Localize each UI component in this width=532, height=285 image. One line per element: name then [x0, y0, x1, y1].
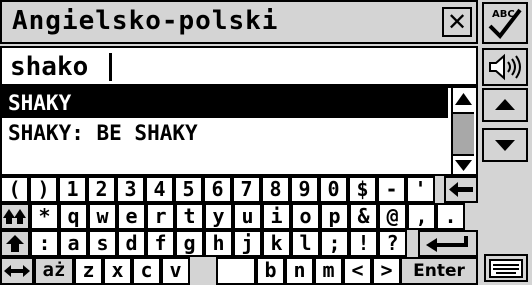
key[interactable]: q	[59, 203, 88, 230]
next-entry-button[interactable]	[482, 128, 528, 162]
enter-arrow-key[interactable]	[418, 230, 478, 257]
key[interactable]: g	[175, 230, 204, 257]
key[interactable]: a	[59, 230, 88, 257]
triangle-down-icon	[455, 160, 472, 171]
key[interactable]: $	[348, 176, 377, 203]
key[interactable]: .	[436, 203, 465, 230]
scroll-thumb[interactable]	[453, 112, 474, 156]
key[interactable]: t	[175, 203, 204, 230]
key[interactable]: d	[117, 230, 146, 257]
arrow-up-icon	[495, 99, 515, 110]
key[interactable]: b	[256, 257, 285, 285]
key[interactable]: !	[349, 230, 378, 257]
key[interactable]: k	[262, 230, 291, 257]
speaker-icon	[489, 53, 521, 81]
key[interactable]: '	[406, 176, 435, 203]
key[interactable]: ;	[320, 230, 349, 257]
key[interactable]: w	[88, 203, 117, 230]
key[interactable]: h	[204, 230, 233, 257]
spellcheck-icon: ABC	[488, 8, 522, 40]
accent-key[interactable]: aż	[34, 257, 74, 285]
key[interactable]: m	[314, 257, 343, 285]
key[interactable]: :	[30, 230, 59, 257]
search-input-value: shako	[10, 52, 89, 82]
close-icon: ✕	[446, 8, 468, 36]
backspace-arrow-icon	[449, 182, 473, 197]
on-screen-keyboard: aż Enter () 1 2 3 4 5 6 7 8 9 0 $ - ' * q w e r t y u i o p & @,.:…	[0, 176, 478, 285]
key[interactable]: l	[291, 230, 320, 257]
key[interactable]: 9	[290, 176, 319, 203]
key[interactable]: n	[285, 257, 314, 285]
spellcheck-button[interactable]: ABC	[482, 2, 528, 44]
shift-key[interactable]	[0, 230, 30, 257]
key[interactable]: y	[204, 203, 233, 230]
key[interactable]: 0	[319, 176, 348, 203]
key[interactable]: ?	[378, 230, 407, 257]
key[interactable]: i	[262, 203, 291, 230]
enter-arrow-icon	[426, 236, 468, 252]
key[interactable]: j	[233, 230, 262, 257]
key[interactable]: 3	[116, 176, 145, 203]
close-button[interactable]: ✕	[442, 7, 472, 37]
key[interactable]: @	[378, 203, 407, 230]
key[interactable]: 4	[145, 176, 174, 203]
speak-button[interactable]	[482, 48, 528, 86]
key[interactable]: *	[30, 203, 59, 230]
space-key[interactable]	[216, 257, 256, 285]
double-arrow-up-icon	[3, 209, 26, 224]
key[interactable]: )	[29, 176, 58, 203]
backspace-key[interactable]	[444, 176, 478, 203]
arrow-down-icon	[495, 140, 515, 151]
key[interactable]: -	[377, 176, 406, 203]
key[interactable]: <	[343, 257, 372, 285]
key[interactable]: ,	[407, 203, 436, 230]
window-title: Angielsko-polski	[12, 6, 279, 36]
key[interactable]: r	[146, 203, 175, 230]
key[interactable]: 8	[261, 176, 290, 203]
key[interactable]: v	[161, 257, 190, 285]
key[interactable]: (	[0, 176, 29, 203]
key[interactable]: f	[146, 230, 175, 257]
triangle-up-icon	[455, 93, 472, 105]
key[interactable]: c	[132, 257, 161, 285]
enter-key[interactable]: Enter	[400, 257, 478, 285]
keyboard-icon	[489, 259, 523, 278]
key[interactable]: &	[349, 203, 378, 230]
key[interactable]: e	[117, 203, 146, 230]
key[interactable]: z	[74, 257, 103, 285]
key[interactable]: 2	[87, 176, 116, 203]
keyboard-toggle-button[interactable]	[484, 254, 528, 282]
key[interactable]: p	[320, 203, 349, 230]
key[interactable]: 7	[232, 176, 261, 203]
prev-entry-button[interactable]	[482, 88, 528, 122]
key[interactable]: 1	[58, 176, 87, 203]
list-item-selected[interactable]: SHAKY	[2, 88, 448, 118]
left-right-arrow-icon	[4, 265, 30, 277]
key[interactable]: 6	[203, 176, 232, 203]
key[interactable]: 5	[174, 176, 203, 203]
caps-lock-key[interactable]	[0, 203, 30, 230]
scroll-down-button[interactable]	[453, 158, 474, 174]
key[interactable]: u	[233, 203, 262, 230]
key[interactable]: s	[88, 230, 117, 257]
arrow-up-icon	[6, 235, 24, 252]
lang-switch-key[interactable]	[0, 257, 34, 285]
key[interactable]: >	[372, 257, 401, 285]
list-item[interactable]: SHAKY: BE SHAKY	[2, 118, 448, 148]
key[interactable]: x	[103, 257, 132, 285]
key[interactable]: o	[291, 203, 320, 230]
text-caret	[109, 53, 112, 81]
scroll-up-button[interactable]	[453, 90, 474, 108]
